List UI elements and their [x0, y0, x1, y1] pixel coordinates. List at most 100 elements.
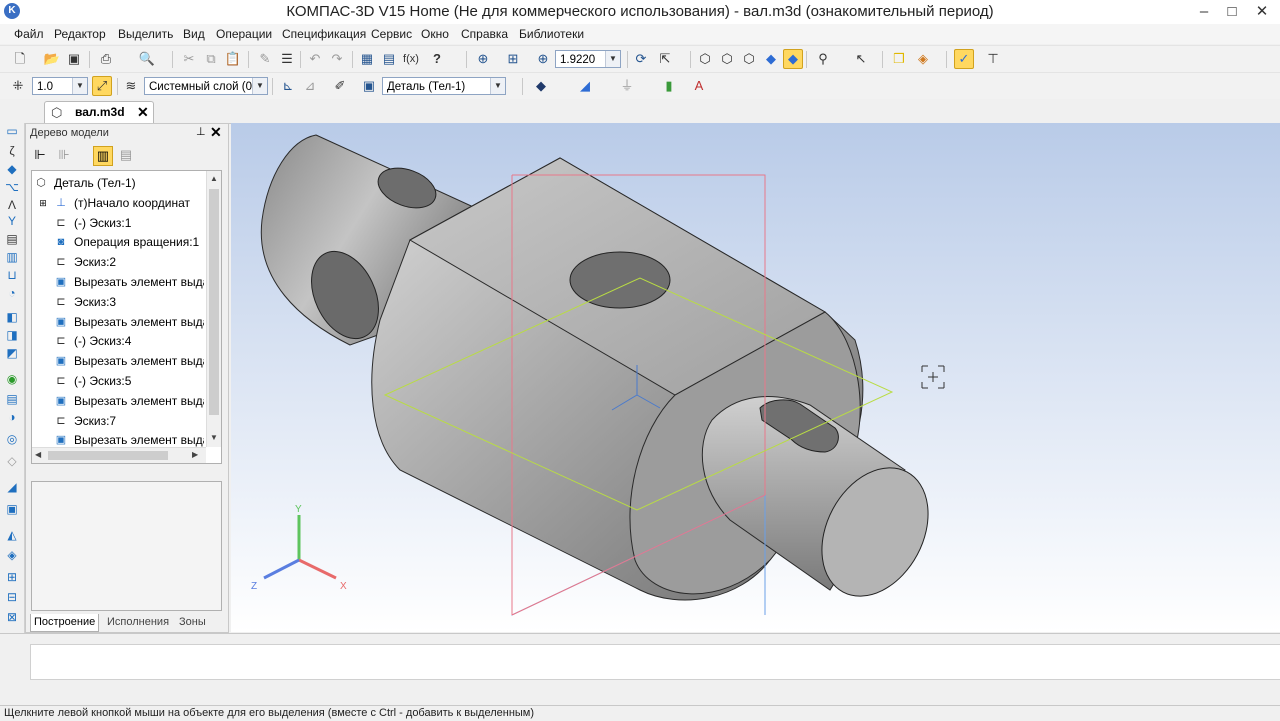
tree-horizontal-scrollbar[interactable]: ◀ ▶ [32, 447, 206, 463]
menu-view[interactable]: Вид [183, 27, 205, 41]
tree-item[interactable]: ▣ Вырезать элемент выдавливания:3 [32, 351, 204, 371]
preview-icon[interactable]: 🔍 [138, 50, 156, 68]
scroll-down-icon[interactable]: ▼ [210, 433, 218, 442]
tree-item[interactable]: ◙ Операция вращения:1 [32, 232, 204, 252]
format-icon[interactable]: ✎ [256, 50, 274, 68]
minimize-button[interactable]: – [1192, 2, 1216, 22]
property-input-area[interactable] [30, 644, 1280, 680]
layer-combo[interactable]: Системный слой (0) ▼ [144, 77, 268, 95]
fx-icon[interactable]: f(x) [402, 50, 420, 68]
tree-expand-icon[interactable]: ⊪ [55, 146, 73, 164]
pan-icon[interactable]: ⇱ [656, 50, 674, 68]
cube-icon[interactable]: ❒ [890, 50, 908, 68]
parameters-icon[interactable]: ✐ [331, 77, 349, 95]
menu-window[interactable]: Окно [421, 27, 449, 41]
material-icon[interactable]: ◈ [914, 50, 932, 68]
model-view[interactable]: Y X Z [231, 123, 1280, 632]
geometry-icon[interactable]: ζ [4, 143, 20, 159]
filter-icon[interactable]: ⚲ [814, 50, 832, 68]
open-file-icon[interactable]: 📂 [43, 50, 61, 68]
tree-item[interactable]: ⊏ (-) Эскиз:5 [32, 371, 204, 391]
zoom-fit-icon[interactable]: ⊞ [504, 50, 522, 68]
tree-root-item[interactable]: ⬡ Деталь (Тел-1) [32, 173, 204, 193]
scroll-right-icon[interactable]: ▶ [192, 450, 198, 459]
menu-edit[interactable]: Редактор [54, 27, 106, 41]
properties-icon[interactable]: ☰ [278, 50, 296, 68]
print-icon[interactable]: ⎙ [97, 50, 115, 68]
scroll-thumb[interactable] [209, 189, 219, 415]
close-window-button[interactable]: ✕ [1250, 2, 1274, 22]
edit-cs-icon[interactable]: ⊿ [301, 77, 319, 95]
thread-icon[interactable]: ⊟ [4, 589, 20, 605]
expand-icon[interactable]: ⊞ [36, 196, 50, 210]
tree-item[interactable]: ▣ Вырезать элемент выдавливания:2 [32, 312, 204, 332]
menu-specification[interactable]: Спецификация [282, 27, 366, 41]
menu-help[interactable]: Справка [461, 27, 508, 41]
measure-tool-icon[interactable]: ▤ [4, 231, 20, 247]
tree-view-mode-icon[interactable]: ▥ [93, 146, 113, 166]
hole-icon[interactable]: ◎ [4, 431, 20, 447]
extrude-icon[interactable]: ▤ [4, 391, 20, 407]
macro-icon[interactable]: ◉ [4, 371, 20, 387]
paste-icon[interactable]: 📋 [224, 50, 242, 68]
tree-item[interactable]: ⊏ Эскиз:7 [32, 411, 204, 431]
scroll-left-icon[interactable]: ◀ [35, 450, 41, 459]
tree-item[interactable]: ⊏ Эскиз:2 [32, 252, 204, 272]
elements-icon[interactable]: ◧ [4, 309, 20, 325]
save-icon[interactable]: ▣ [65, 50, 83, 68]
help-icon[interactable]: ? [428, 50, 446, 68]
close-tab-button[interactable]: ✕ [137, 104, 149, 121]
shaded-icon[interactable]: ◆ [762, 50, 780, 68]
hidden-removed-icon[interactable]: ⬡ [740, 50, 758, 68]
specification-icon[interactable]: ⊔ [4, 267, 20, 283]
zoom-icon[interactable]: ⊕ [534, 50, 552, 68]
manager-icon[interactable]: ▦ [358, 50, 376, 68]
menu-operations[interactable]: Операции [216, 27, 272, 41]
chevron-down-icon[interactable]: ▼ [605, 51, 620, 67]
shaded-edges-icon[interactable]: ◆ [783, 49, 803, 69]
chevron-down-icon[interactable]: ▼ [252, 78, 267, 94]
fillet-icon[interactable]: ◢ [4, 479, 20, 495]
wireframe-icon[interactable]: ⬡ [696, 50, 714, 68]
copy-icon[interactable]: ⧉ [202, 50, 220, 68]
part-icon[interactable]: ▣ [360, 77, 378, 95]
shell-icon[interactable]: ▣ [4, 501, 20, 517]
ortho-icon[interactable]: ⤢ [92, 76, 112, 96]
assembly-icon[interactable]: ◩ [4, 345, 20, 361]
section-icon[interactable]: ⏚ [618, 77, 636, 95]
rib-icon[interactable]: ◭ [4, 527, 20, 543]
redo-icon[interactable]: ↷ [328, 50, 346, 68]
menu-service[interactable]: Сервис [371, 27, 412, 41]
tab-build[interactable]: Построение [30, 614, 100, 632]
undo-icon[interactable]: ↶ [306, 50, 324, 68]
tree-vertical-scrollbar[interactable]: ▲ ▼ [206, 171, 221, 447]
orientation-icon[interactable]: ◆ [532, 77, 550, 95]
display-icon[interactable]: ▮ [660, 77, 678, 95]
tree-item[interactable]: ⊏ (-) Эскиз:4 [32, 331, 204, 351]
tree-item[interactable]: ⊏ Эскиз:3 [32, 292, 204, 312]
tree-item[interactable]: ▣ Вырезать элемент выдавливания:1 [32, 272, 204, 292]
array-icon[interactable]: ⌥ [4, 179, 20, 195]
scroll-thumb[interactable] [48, 451, 168, 460]
chevron-down-icon[interactable]: ▼ [490, 78, 505, 94]
sheet-metal-icon[interactable]: ◨ [4, 327, 20, 343]
tree-item[interactable]: ⊞ ⊥ (т)Начало координат [32, 193, 204, 213]
dimensions-icon[interactable]: A [690, 77, 708, 95]
tab-zones[interactable]: Зоны [176, 614, 209, 631]
tree-item[interactable]: ▣ Вырезать элемент выдавливания:4 [32, 391, 204, 411]
local-cs-icon[interactable]: ⊾ [279, 77, 297, 95]
pin-icon[interactable]: ⊥ [196, 125, 206, 138]
menu-select[interactable]: Выделить [118, 27, 173, 41]
scroll-up-icon[interactable]: ▲ [210, 174, 218, 183]
surface-icon[interactable]: Y [4, 213, 20, 229]
section-tool-icon[interactable]: ⊠ [4, 609, 20, 625]
zoom-window-icon[interactable]: ⊕ [474, 50, 492, 68]
auxiliary-geometry-icon[interactable]: Λ [4, 197, 20, 213]
measure-icon[interactable]: ⊤ [984, 50, 1002, 68]
step-combo[interactable]: 1.0 ▼ [32, 77, 88, 95]
new-file-icon[interactable]: 🗋 [11, 50, 29, 68]
zoom-scale-combo[interactable]: 1.9220 ▼ [555, 50, 621, 68]
3d-viewport[interactable]: Y X Z [231, 123, 1280, 632]
part-combo[interactable]: Деталь (Тел-1) ▼ [382, 77, 506, 95]
tab-versions[interactable]: Исполнения [104, 614, 172, 631]
